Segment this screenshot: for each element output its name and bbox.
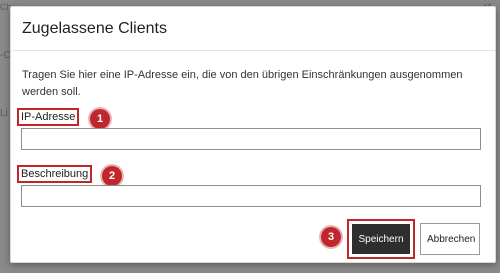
title-divider: [11, 50, 495, 51]
background-text: -C: [0, 50, 11, 61]
callout-badge-1: 1: [90, 109, 110, 129]
dialog-title: Zugelassene Clients: [22, 20, 167, 37]
callout-badge-3: 3: [321, 227, 341, 247]
ip-address-label: IP-Adresse: [17, 108, 80, 126]
description-label: Beschreibung: [17, 165, 93, 183]
ip-address-input[interactable]: [21, 128, 481, 150]
dialog-description: Tragen Sie hier eine IP-Adresse ein, die…: [22, 69, 463, 98]
description-input[interactable]: [21, 185, 481, 207]
save-button-highlight: Speichern: [347, 219, 415, 259]
save-button[interactable]: Speichern: [352, 224, 410, 254]
callout-badge-2: 2: [102, 166, 122, 186]
background-text: Li: [0, 108, 8, 119]
allowed-clients-dialog: Zugelassene Clients Tragen Sie hier eine…: [10, 6, 496, 263]
cancel-button[interactable]: Abbrechen: [420, 223, 480, 255]
